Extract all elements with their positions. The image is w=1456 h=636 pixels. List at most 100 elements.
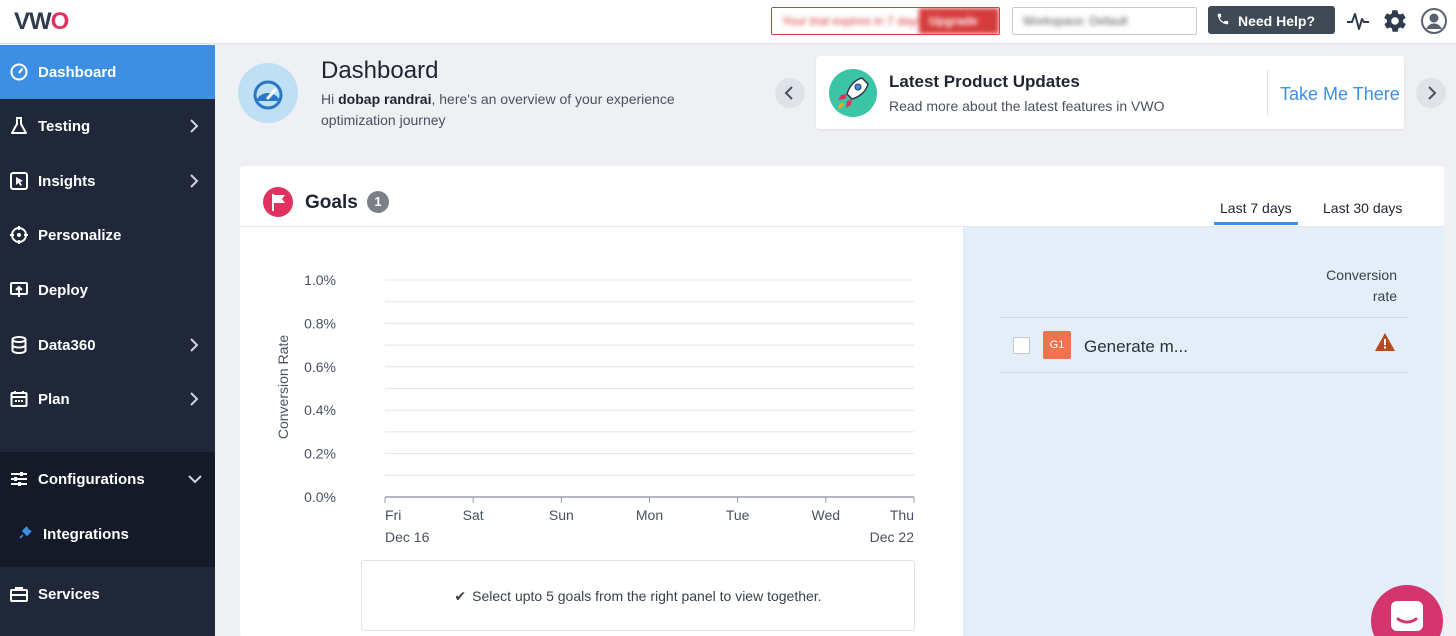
sidebar-item-label: Deploy (38, 281, 89, 299)
y-axis-label: Conversion Rate (275, 335, 291, 439)
updates-description: Read more about the latest features in V… (889, 98, 1165, 114)
goals-title: Goals (305, 192, 358, 213)
rocket-icon (828, 68, 878, 118)
updates-next-button[interactable] (1416, 78, 1446, 108)
y-tick-label: 0.0% (304, 489, 336, 505)
x-date-end: Dec 22 (870, 529, 915, 545)
sidebar: Dashboard Testing Insights Personalize D… (0, 45, 215, 636)
sidebar-item-personalize[interactable]: Personalize (0, 208, 215, 262)
x-tick-label: Sat (463, 507, 484, 523)
x-tick-label: Fri (385, 507, 401, 523)
trial-text: Your trial expires in 7 days (782, 14, 923, 28)
vwo-logo[interactable]: VWO (14, 8, 69, 36)
chevron-right-icon (187, 390, 201, 408)
flag-icon (263, 187, 293, 217)
y-tick-label: 0.2% (304, 446, 336, 462)
phone-icon (1216, 12, 1232, 29)
sidebar-item-label: Services (38, 585, 100, 603)
sidebar-item-deploy[interactable]: Deploy (0, 263, 215, 317)
updates-title: Latest Product Updates (889, 72, 1080, 91)
y-tick-label: 0.6% (304, 359, 336, 375)
goals-count-badge: 1 (367, 191, 389, 213)
greeting-text: Hi dobap randrai, here's an overview of … (321, 91, 675, 128)
gear-icon[interactable] (1382, 8, 1408, 34)
sidebar-item-insights[interactable]: Insights (0, 154, 215, 208)
sidebar-item-plan[interactable]: Plan (0, 372, 215, 426)
plug-icon (17, 525, 33, 541)
target-icon (9, 225, 29, 245)
gauge-icon (253, 80, 283, 110)
user-icon[interactable] (1421, 8, 1447, 34)
chevron-right-icon (187, 172, 201, 190)
gauge-icon (9, 62, 29, 82)
checkmark-icon: ✔ (454, 588, 467, 604)
sidebar-item-data360[interactable]: Data360 (0, 318, 215, 372)
goals-list-panel: Conversion rate G1 Generate m... (963, 227, 1444, 636)
warning-icon[interactable] (1374, 331, 1396, 353)
conversion-chart: 1.0% 0.8% 0.6% 0.4% 0.2% 0.0% Fri Sat Sun Mon Tue… (275, 272, 915, 545)
calendar-icon (9, 389, 29, 409)
database-icon (9, 335, 29, 355)
chevron-right-icon (1428, 86, 1437, 100)
divider (1267, 70, 1268, 116)
product-updates-card: Latest Product Updates Read more about t… (816, 56, 1404, 129)
x-tick-label: Tue (726, 507, 750, 523)
goal-checkbox[interactable] (1013, 337, 1030, 354)
sidebar-item-dashboard[interactable]: Dashboard (0, 45, 215, 99)
sidebar-item-label: Testing (38, 117, 91, 135)
trial-banner[interactable]: Your trial expires in 7 days Upgrade (771, 7, 1000, 35)
upgrade-button[interactable]: Upgrade (919, 8, 999, 34)
sidebar-item-configurations[interactable]: Configurations (0, 452, 215, 506)
sidebar-item-testing[interactable]: Testing (0, 99, 215, 153)
y-tick-label: 1.0% (304, 272, 336, 288)
goals-card: Goals 1 Last 7 days Last 30 days 1.0% 0.8… (240, 166, 1444, 636)
top-bar: VWO Your trial expires in 7 days Upgrade… (0, 0, 1456, 44)
flask-icon (9, 116, 29, 136)
goals-header: Goals 1 Last 7 days Last 30 days (240, 166, 1444, 227)
tab-last-7-days[interactable]: Last 7 days (1214, 200, 1298, 225)
activity-icon[interactable] (1345, 8, 1371, 34)
upload-icon (9, 280, 29, 300)
goal-row[interactable]: G1 Generate m... (1000, 317, 1408, 373)
goal-badge: G1 (1043, 331, 1071, 359)
y-axis-ticks: 1.0% 0.8% 0.6% 0.4% 0.2% 0.0% (304, 272, 336, 505)
need-help-label: Need Help? (1238, 13, 1316, 29)
sidebar-item-label: Configurations (38, 470, 145, 488)
conversion-rate-header: Conversion rate (1326, 267, 1397, 304)
y-tick-label: 0.4% (304, 402, 336, 418)
y-tick-label: 0.8% (304, 315, 336, 331)
sidebar-item-label: Insights (38, 172, 96, 190)
x-axis-ticks: Fri Sat Sun Mon Tue Wed Thu (384, 497, 915, 523)
chevron-down-icon (187, 470, 202, 488)
chevron-right-icon (187, 336, 201, 354)
briefcase-icon (9, 584, 29, 604)
need-help-button[interactable]: Need Help? (1208, 6, 1335, 34)
cursor-icon (9, 171, 29, 191)
x-tick-label: Thu (890, 507, 914, 523)
account-text: Workspace: Default (1023, 14, 1128, 28)
configurations-group: Configurations Integrations (0, 452, 215, 567)
sidebar-item-label: Personalize (38, 226, 122, 244)
goals-hint: ✔ Select upto 5 goals from the right pane… (361, 560, 915, 631)
x-tick-label: Wed (812, 507, 841, 523)
chevron-right-icon (187, 117, 201, 135)
chat-icon (1391, 601, 1423, 631)
tab-last-30-days[interactable]: Last 30 days (1323, 200, 1402, 216)
sidebar-item-services[interactable]: Services (0, 567, 215, 621)
dashboard-avatar (238, 63, 298, 123)
chart-grid (385, 279, 914, 498)
user-name: dobap randrai (338, 91, 432, 107)
chat-button[interactable] (1371, 585, 1443, 636)
x-date-start: Dec 16 (385, 529, 430, 545)
take-me-there-link[interactable]: Take Me There (1280, 84, 1400, 105)
sidebar-item-label: Dashboard (38, 63, 117, 81)
sidebar-item-label: Plan (38, 390, 70, 408)
sidebar-item-integrations[interactable]: Integrations (0, 514, 215, 554)
sliders-icon (9, 469, 29, 489)
chevron-left-icon (784, 86, 793, 100)
x-tick-label: Mon (636, 507, 663, 523)
account-selector[interactable]: Workspace: Default (1012, 7, 1197, 35)
goal-name[interactable]: Generate m... (1084, 337, 1188, 357)
x-tick-label: Sun (549, 507, 574, 523)
updates-prev-button[interactable] (775, 78, 805, 108)
